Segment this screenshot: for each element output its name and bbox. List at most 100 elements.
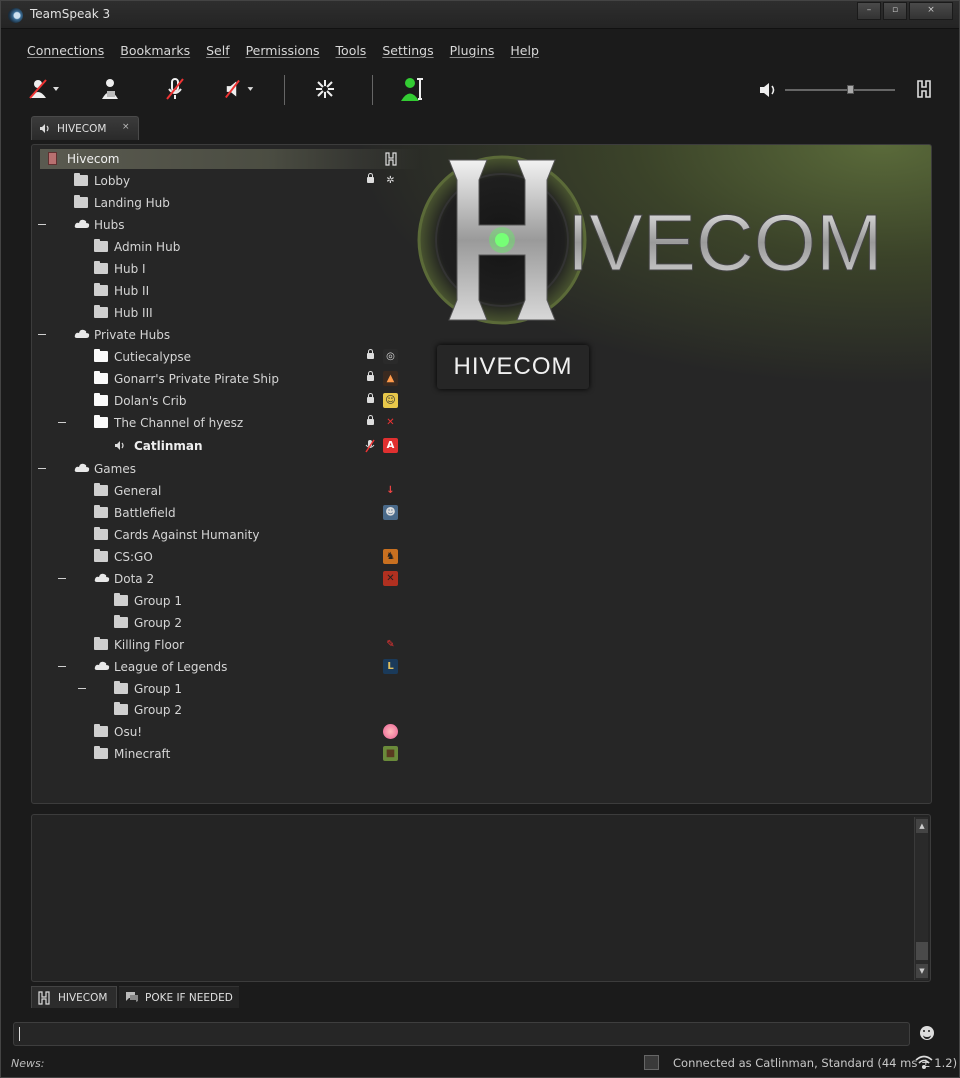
close-tab-icon[interactable]: × — [122, 122, 130, 132]
collapse-toggle-icon[interactable] — [78, 688, 86, 689]
news-checkbox[interactable] — [644, 1055, 659, 1070]
collapse-toggle-icon[interactable] — [38, 468, 46, 469]
client-badge-icon: A — [383, 438, 398, 453]
channel-name: Hub III — [114, 306, 153, 320]
channel-row-battlefield[interactable]: Battlefield ☻ — [32, 503, 412, 523]
channel-row-gonarr-s-private-pirate-ship[interactable]: Gonarr's Private Pirate Ship ▲ — [32, 369, 412, 389]
channel-row-landing-hub[interactable]: Landing Hub — [32, 193, 412, 213]
collapse-toggle-icon[interactable] — [58, 422, 66, 423]
maximize-button[interactable]: ▫ — [883, 2, 907, 20]
whisper-button[interactable] — [308, 73, 342, 105]
emoticon-icon[interactable] — [920, 1026, 934, 1040]
channel-folder-icon — [94, 283, 108, 296]
svg-text:IVECOM: IVECOM — [567, 198, 883, 287]
channel-row-general[interactable]: General ↓ — [32, 481, 412, 501]
channel-row-cs-go[interactable]: CS:GO ♞ — [32, 547, 412, 567]
channel-row-lobby[interactable]: Lobby ✲ — [32, 171, 412, 191]
collapse-toggle-icon[interactable] — [38, 224, 46, 225]
channel-folder-icon — [94, 349, 108, 362]
collapse-toggle-icon[interactable] — [58, 578, 66, 579]
subscribe-icon — [102, 79, 118, 99]
scroll-up-button[interactable]: ▲ — [916, 819, 928, 833]
menu-plugins[interactable]: Plugins — [450, 43, 495, 58]
dota-icon: ✕ — [383, 571, 398, 586]
chat-scrollbar[interactable]: ▲ ▼ — [914, 817, 928, 980]
away-button[interactable] — [27, 73, 61, 105]
killing-floor-icon: ✎ — [386, 639, 395, 650]
channel-name: Lobby — [94, 174, 131, 188]
password-lock-icon — [367, 349, 374, 359]
volume-slider[interactable] — [785, 85, 895, 94]
chat-log: ▲ ▼ — [31, 814, 931, 982]
channel-row-group-1[interactable]: Group 1 — [32, 591, 412, 611]
talk-power-mic-icon — [365, 439, 375, 453]
collapse-toggle-icon[interactable] — [38, 334, 46, 335]
toolbar-separator — [284, 75, 285, 105]
title-bar[interactable]: TeamSpeak 3 – ▫ × — [1, 1, 959, 29]
cake-icon: ▲ — [383, 371, 398, 386]
mute-microphone-button[interactable] — [158, 73, 192, 105]
menu-connections[interactable]: Connections — [27, 43, 104, 58]
mute-speaker-button[interactable] — [223, 73, 257, 105]
minimize-button[interactable]: – — [857, 2, 881, 20]
channel-row-private-hubs[interactable]: Private Hubs — [32, 325, 412, 345]
channel-name: Landing Hub — [94, 196, 170, 210]
menu-self[interactable]: Self — [206, 43, 230, 58]
channel-name: Group 2 — [134, 616, 182, 630]
channel-folder-icon — [74, 195, 88, 208]
volume-icon[interactable] — [758, 81, 778, 99]
joystick-icon: ↓ — [386, 485, 395, 496]
channel-row-minecraft[interactable]: Minecraft ■ — [32, 744, 412, 764]
collapse-toggle-icon[interactable] — [58, 666, 66, 667]
contacts-button[interactable] — [397, 73, 431, 105]
volume-slider-knob[interactable] — [847, 85, 854, 94]
server-row-hivecom[interactable]: Hivecom — [40, 149, 420, 169]
menu-permissions[interactable]: Permissions — [246, 43, 320, 58]
channel-row-group-1[interactable]: Group 1 — [32, 679, 412, 699]
channel-row-hubs[interactable]: Hubs — [32, 215, 412, 235]
channel-row-killing-floor[interactable]: Killing Floor ✎ — [32, 635, 412, 655]
server-name: Hivecom — [67, 152, 120, 166]
channel-row-cards-against-humanity[interactable]: Cards Against Humanity — [32, 525, 412, 545]
subscribe-button[interactable] — [93, 73, 127, 105]
channel-row-dolan-s-crib[interactable]: Dolan's Crib ☺ — [32, 391, 412, 411]
close-button[interactable]: × — [909, 2, 953, 20]
chat-tab-label: HIVECOM — [58, 992, 108, 1004]
teamspeak-logo-icon — [8, 8, 23, 23]
channel-row-games[interactable]: Games — [32, 459, 412, 479]
channel-name: Dolan's Crib — [114, 394, 187, 408]
channel-name: Admin Hub — [114, 240, 181, 254]
gear-icon: ✲ — [386, 175, 395, 186]
channel-row-league-of-legends[interactable]: League of Legends L — [32, 657, 412, 677]
channel-name: CS:GO — [114, 550, 153, 564]
channel-row-hub-iii[interactable]: Hub III — [32, 303, 412, 323]
chat-tab-channel[interactable]: POKE IF NEEDED — [119, 986, 239, 1008]
channel-row-the-channel-of-hyesz[interactable]: The Channel of hyesz ✕ — [32, 413, 412, 433]
menu-settings[interactable]: Settings — [382, 43, 433, 58]
menu-tools[interactable]: Tools — [336, 43, 367, 58]
channel-row-hub-i[interactable]: Hub I — [32, 259, 412, 279]
channel-name: Battlefield — [114, 506, 176, 520]
channel-folder-icon — [114, 615, 128, 628]
channel-row-osu[interactable]: Osu! — [32, 722, 412, 742]
channel-row-hub-ii[interactable]: Hub II — [32, 281, 412, 301]
channel-name: General — [114, 484, 162, 498]
channel-folder-icon — [94, 505, 108, 518]
channel-row-group-2[interactable]: Group 2 — [32, 613, 412, 633]
channel-folder-icon — [94, 415, 108, 428]
channel-name: Group 2 — [134, 703, 182, 717]
menu-help[interactable]: Help — [510, 43, 539, 58]
channel-row-group-2[interactable]: Group 2 — [32, 700, 412, 720]
connection-quality-icon[interactable] — [915, 1054, 933, 1070]
channel-row-dota-2[interactable]: Dota 2 ✕ — [32, 569, 412, 589]
chat-input[interactable] — [13, 1022, 910, 1046]
channel-row-admin-hub[interactable]: Admin Hub — [32, 237, 412, 257]
menu-bookmarks[interactable]: Bookmarks — [120, 43, 190, 58]
chat-tab-server[interactable]: HIVECOM — [31, 986, 117, 1008]
server-tab-hivecom[interactable]: HIVECOM × — [31, 116, 139, 140]
scroll-down-button[interactable]: ▼ — [916, 964, 928, 978]
scroll-thumb[interactable] — [916, 942, 928, 960]
channel-row-cutiecalypse[interactable]: Cutiecalypse ◎ — [32, 347, 412, 367]
client-row-catlinman[interactable]: Catlinman A — [32, 436, 412, 456]
channel-folder-icon — [114, 681, 128, 694]
